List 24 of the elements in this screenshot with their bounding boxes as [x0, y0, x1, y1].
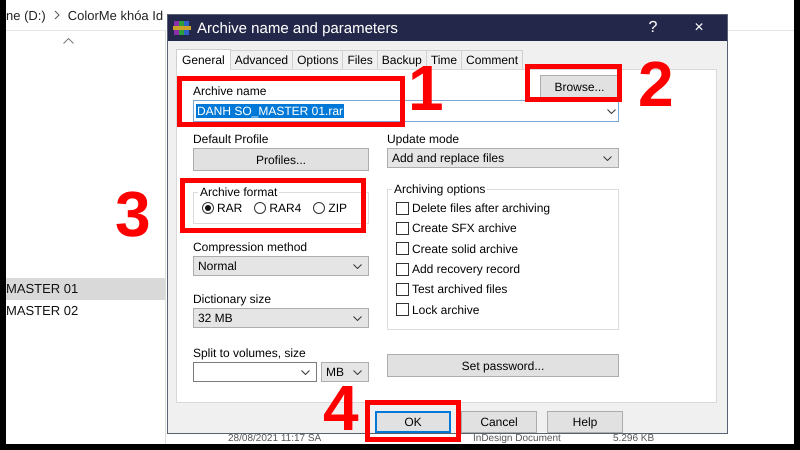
- file-date: 28/08/2021 11:17 SA: [228, 434, 322, 444]
- step-number: 3: [115, 182, 151, 246]
- checkbox-label: Delete files after archiving: [412, 201, 550, 216]
- checkbox-label: Create SFX archive: [412, 221, 517, 236]
- group-title: Archiving options: [393, 182, 486, 196]
- step-number: 2: [638, 52, 674, 116]
- field-label: Split to volumes, size: [193, 346, 307, 360]
- radio-label: ZIP: [328, 201, 348, 215]
- radio-label: RAR: [217, 201, 242, 215]
- group-title: Archive format: [199, 185, 278, 199]
- file-size: 5.296 KB: [613, 434, 656, 444]
- window-title: Archive name and parameters: [197, 20, 399, 36]
- checkbox-label: Create solid archive: [412, 242, 518, 256]
- checkbox-label: Add recovery record: [412, 262, 520, 276]
- checkbox-label: Test archived files: [412, 282, 508, 296]
- field-label: Dictionary size: [193, 292, 272, 306]
- file-type: InDesign Document: [473, 434, 562, 444]
- field-label: Compression method: [193, 240, 308, 254]
- checkbox-label: Lock archive: [412, 302, 480, 317]
- field-label: Update mode: [387, 132, 460, 146]
- field-label: Default Profile: [193, 132, 270, 146]
- radio-label: RAR4: [269, 201, 302, 215]
- field-label: Archive name: [193, 84, 266, 98]
- selected-text: DANH SO_MASTER 01.rar: [196, 104, 344, 118]
